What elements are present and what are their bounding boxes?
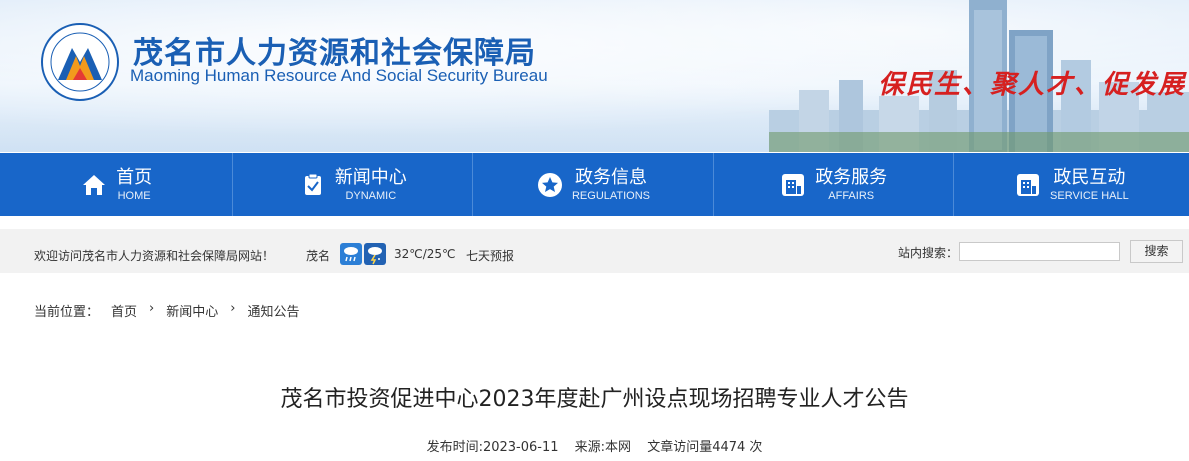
nav-label: 政务服务: [815, 166, 888, 188]
nav-item-news[interactable]: 新闻中心 DYNAMIC: [233, 153, 474, 216]
slogan-text: 保民生、聚人才、促发展: [878, 70, 1187, 100]
article-source: 来源:本网: [574, 440, 632, 455]
search-button[interactable]: 搜索: [1130, 240, 1183, 263]
building-icon: [1014, 171, 1042, 199]
breadcrumb: 当前位置： 首页 › 新闻中心 › 通知公告: [34, 301, 299, 320]
nav-label: 首页: [116, 166, 153, 188]
forecast-link[interactable]: 七天预报: [466, 247, 514, 264]
nav-item-regulations[interactable]: 政务信息 REGULATIONS: [473, 153, 714, 216]
nav-label: 政务信息: [575, 166, 647, 188]
weather-city: 茂名: [306, 249, 331, 263]
nav-label-en: DYNAMIC: [345, 189, 397, 202]
info-bar: 欢迎访问茂名市人力资源和社会保障局网站！ 茂名 32℃/25℃ 七天预报 站内搜…: [0, 229, 1189, 273]
article-meta: 发布时间:2023-06-11 来源:本网 文章访问量4474 次: [0, 436, 1189, 455]
chevron-right-icon: ›: [230, 301, 236, 316]
article-title: 茂名市投资促进中心2023年度赴广州设点现场招聘专业人才公告: [280, 387, 909, 412]
main-nav: 首页 HOME 新闻中心 DYNAMIC 政务信息 REGULATIONS 政务…: [0, 153, 1189, 216]
nav-label-en: HOME: [117, 189, 151, 202]
header-banner: 茂名市人力资源和社会保障局 Maoming Human Resource And…: [0, 0, 1189, 152]
publish-date: 发布时间:2023-06-11: [426, 440, 559, 455]
nav-item-home[interactable]: 首页 HOME: [0, 153, 234, 216]
star-circle-icon: [536, 171, 564, 199]
nav-label-en: REGULATIONS: [571, 189, 651, 202]
nav-label: 政民互动: [1053, 166, 1126, 188]
temperature-text: 32℃/25℃: [394, 247, 456, 261]
breadcrumb-news-link[interactable]: 新闻中心: [166, 301, 218, 320]
breadcrumb-home-link[interactable]: 首页: [111, 301, 137, 320]
breadcrumb-notices-link[interactable]: 通知公告: [247, 301, 299, 320]
chevron-right-icon: ›: [149, 301, 155, 316]
view-count: 文章访问量4474 次: [647, 440, 763, 455]
search-input[interactable]: [959, 242, 1120, 261]
nav-label-en: AFFAIRS: [828, 189, 875, 202]
breadcrumb-prefix: 当前位置：: [34, 305, 100, 320]
building-icon: [779, 171, 807, 199]
nav-item-service-hall[interactable]: 政民互动 SERVICE HALL: [954, 153, 1189, 216]
bureau-logo[interactable]: [40, 22, 120, 102]
home-icon: [80, 171, 108, 199]
thunderstorm-icon: [364, 243, 386, 265]
nav-label: 新闻中心: [334, 166, 407, 188]
nav-label-en: SERVICE HALL: [1050, 189, 1129, 202]
search-label: 站内搜索：: [898, 246, 959, 260]
nav-item-affairs[interactable]: 政务服务 AFFAIRS: [714, 153, 954, 216]
clipboard-check-icon: [299, 171, 327, 199]
rain-icon: [340, 243, 362, 265]
welcome-text: 欢迎访问茂名市人力资源和社会保障局网站！: [34, 249, 275, 263]
site-title-en: Maoming Human Resource And Social Securi…: [130, 66, 548, 85]
